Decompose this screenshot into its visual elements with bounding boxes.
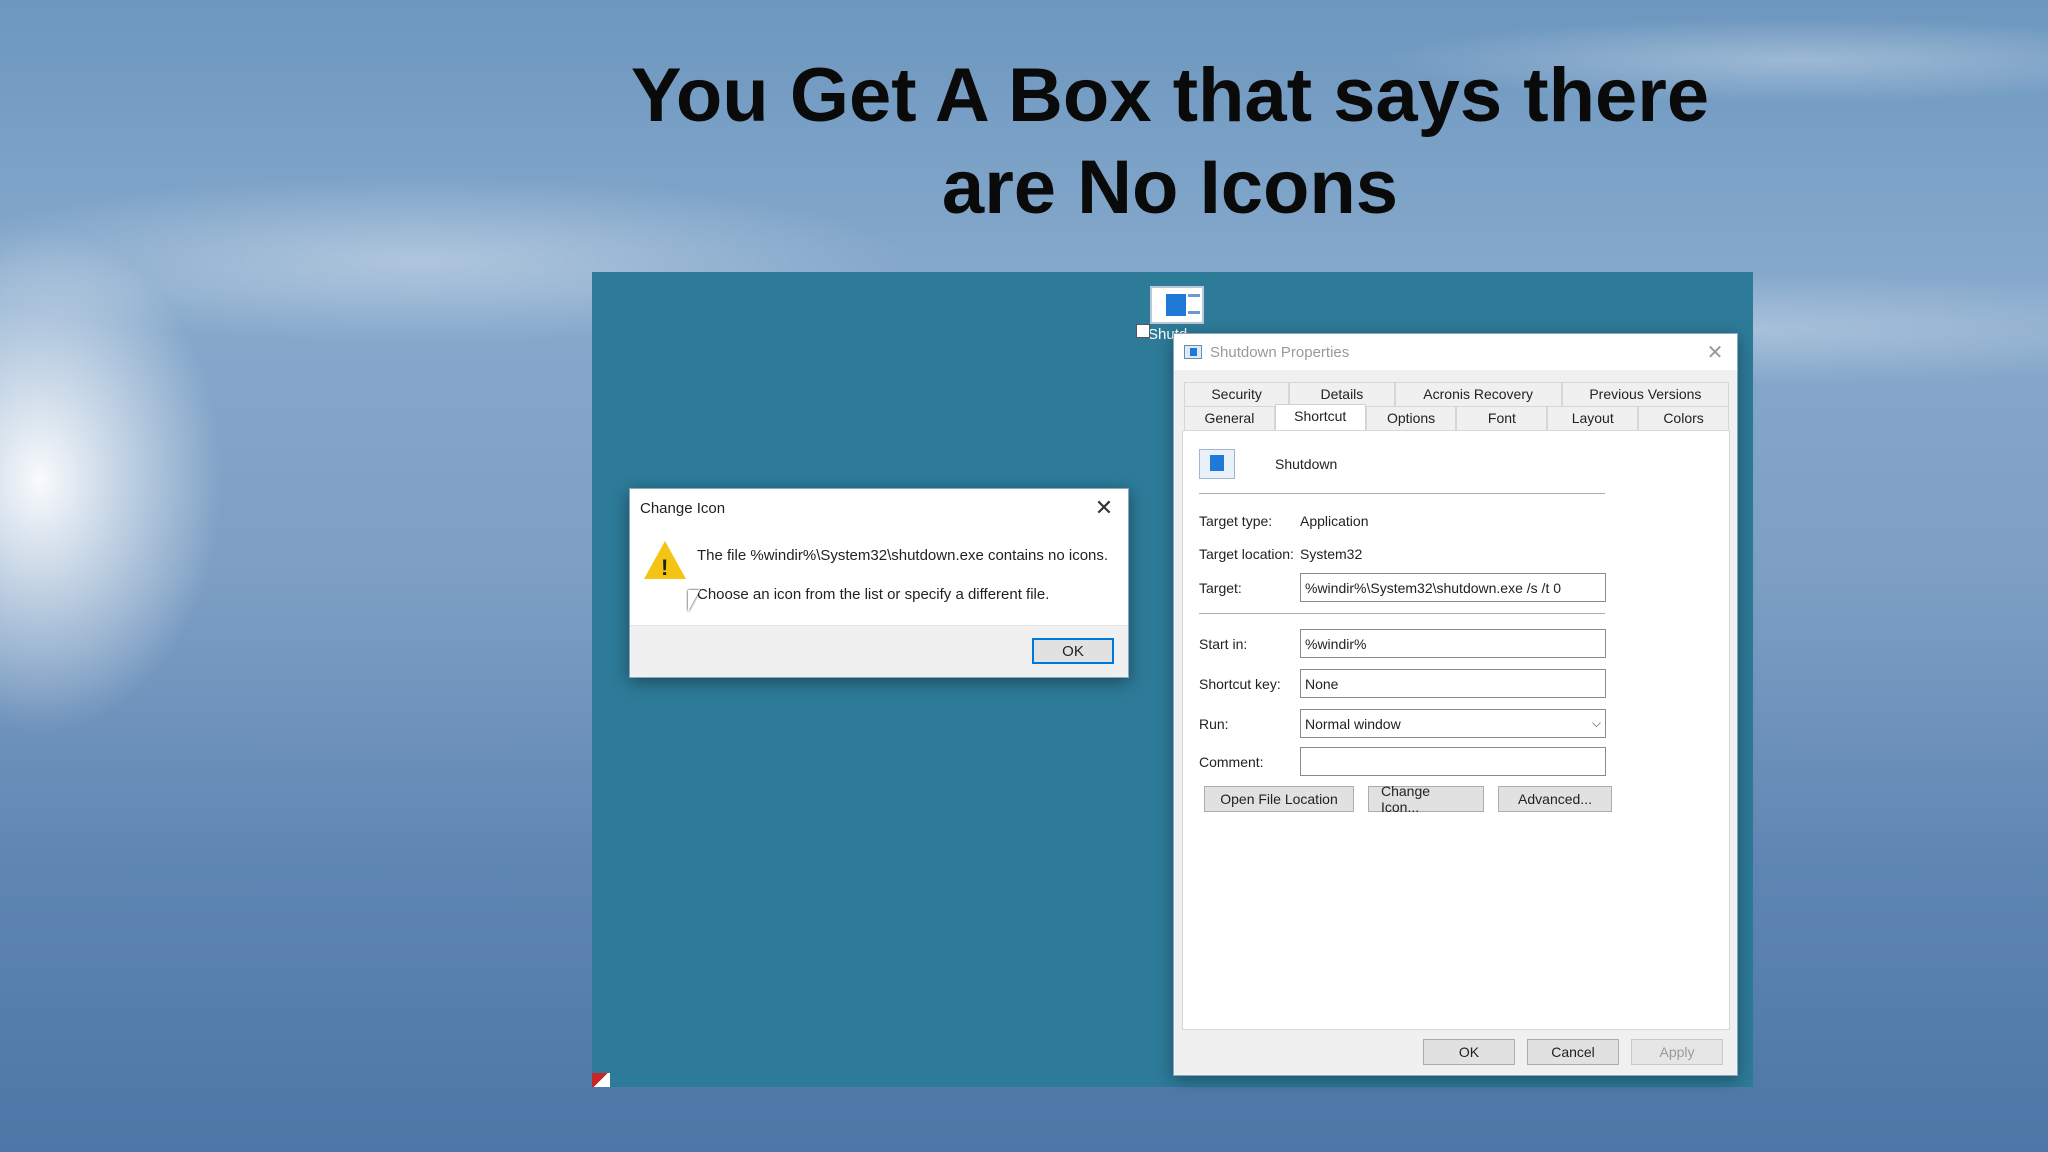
slide-title-line2: are No Icons bbox=[941, 145, 1399, 230]
warning-exclamation: ! bbox=[661, 555, 669, 580]
target-location-value: System32 bbox=[1300, 546, 1363, 562]
properties-apply-button[interactable]: Apply bbox=[1631, 1039, 1723, 1065]
slide-title: You Get A Box that says there are No Ico… bbox=[560, 50, 1780, 234]
start-in-label: Start in: bbox=[1199, 635, 1248, 652]
run-row: Run: Normal window ⌵ bbox=[1199, 709, 1606, 738]
tab-options[interactable]: Options bbox=[1365, 406, 1457, 430]
run-select[interactable]: Normal window ⌵ bbox=[1300, 709, 1606, 738]
target-type-value: Application bbox=[1300, 513, 1369, 529]
slide-title-line1: You Get A Box that says there bbox=[630, 53, 1710, 138]
change-icon-title: Change Icon bbox=[640, 499, 726, 517]
properties-tabs: Security Details Acronis Recovery Previo… bbox=[1184, 382, 1729, 432]
change-icon-message: The file %windir%\System32\shutdown.exe … bbox=[697, 547, 1109, 564]
properties-close-icon[interactable]: ✕ bbox=[1703, 340, 1727, 365]
shortcut-name: Shutdown bbox=[1275, 456, 1338, 472]
tab-previous-versions[interactable]: Previous Versions bbox=[1561, 382, 1729, 406]
run-select-value: Normal window bbox=[1305, 715, 1401, 732]
dialog-footer-buttons: OK Cancel Apply bbox=[1423, 1039, 1723, 1065]
comment-field[interactable] bbox=[1300, 747, 1606, 776]
corner-mark-icon bbox=[592, 1073, 610, 1087]
tab-acronis-recovery[interactable]: Acronis Recovery bbox=[1394, 382, 1562, 406]
shortcut-large-icon bbox=[1199, 449, 1235, 479]
comment-label: Comment: bbox=[1199, 753, 1264, 770]
properties-title: Shutdown Properties bbox=[1210, 343, 1350, 361]
advanced-button[interactable]: Advanced... bbox=[1498, 786, 1612, 812]
shutdown-shortcut-icon bbox=[1150, 286, 1204, 324]
target-label: Target: bbox=[1199, 579, 1242, 596]
tab-shortcut[interactable]: Shortcut bbox=[1274, 404, 1366, 432]
properties-cancel-button[interactable]: Cancel bbox=[1527, 1039, 1619, 1065]
chevron-down-icon: ⌵ bbox=[1591, 716, 1601, 730]
tab-layout[interactable]: Layout bbox=[1547, 406, 1639, 430]
change-icon-button[interactable]: Change Icon... bbox=[1368, 783, 1484, 815]
tab-details[interactable]: Details bbox=[1289, 382, 1395, 406]
shortcut-tab-panel: Shutdown Target type: Application Target… bbox=[1182, 430, 1730, 1030]
target-location-label: Target location: bbox=[1199, 546, 1294, 562]
start-in-row: Start in: %windir% bbox=[1199, 629, 1606, 658]
change-icon-instruction: Choose an icon from the list or specify … bbox=[697, 586, 1050, 603]
shortcut-key-row: Shortcut key: None bbox=[1199, 669, 1606, 698]
separator bbox=[1199, 613, 1605, 614]
tab-general[interactable]: General bbox=[1184, 406, 1275, 430]
change-icon-ok-button[interactable]: OK bbox=[1032, 638, 1114, 664]
open-file-location-button[interactable]: Open File Location bbox=[1204, 786, 1354, 812]
change-icon-titlebar: Change Icon ✕ bbox=[630, 489, 1128, 527]
target-type-row: Target type: Application bbox=[1199, 513, 1369, 529]
tab-colors[interactable]: Colors bbox=[1638, 406, 1729, 430]
start-in-field[interactable]: %windir% bbox=[1300, 629, 1606, 658]
change-icon-footer: OK bbox=[630, 625, 1128, 677]
comment-row: Comment: bbox=[1199, 747, 1606, 776]
shortcut-key-label: Shortcut key: bbox=[1199, 675, 1281, 692]
properties-ok-button[interactable]: OK bbox=[1423, 1039, 1515, 1065]
shortcut-key-field[interactable]: None bbox=[1300, 669, 1606, 698]
tab-font[interactable]: Font bbox=[1456, 406, 1548, 430]
target-field[interactable]: %windir%\System32\shutdown.exe /s /t 0 bbox=[1300, 573, 1606, 602]
change-icon-dialog: Change Icon ✕ ! The file %windir%\System… bbox=[629, 488, 1129, 678]
target-location-row: Target location: System32 bbox=[1199, 546, 1362, 562]
separator bbox=[1199, 493, 1605, 494]
shutdown-properties-window: Shutdown Properties ✕ Security Details A… bbox=[1173, 333, 1738, 1076]
target-row: Target: %windir%\System32\shutdown.exe /… bbox=[1199, 573, 1606, 602]
target-type-label: Target type: bbox=[1199, 513, 1273, 529]
shortcut-header: Shutdown bbox=[1199, 449, 1337, 479]
tab-row-2: General Shortcut Options Font Layout Col… bbox=[1184, 404, 1729, 432]
shortcut-arrow-icon bbox=[1136, 324, 1150, 338]
mouse-cursor-icon bbox=[688, 590, 700, 612]
change-icon-close-icon[interactable]: ✕ bbox=[1090, 495, 1118, 521]
tab-row-1: Security Details Acronis Recovery Previo… bbox=[1184, 382, 1729, 406]
run-label: Run: bbox=[1199, 715, 1229, 732]
shortcut-action-buttons: Open File Location Change Icon... Advanc… bbox=[1204, 783, 1612, 815]
tab-security[interactable]: Security bbox=[1184, 382, 1290, 406]
properties-titlebar: Shutdown Properties ✕ bbox=[1174, 334, 1737, 370]
shortcut-window-icon bbox=[1184, 345, 1202, 359]
